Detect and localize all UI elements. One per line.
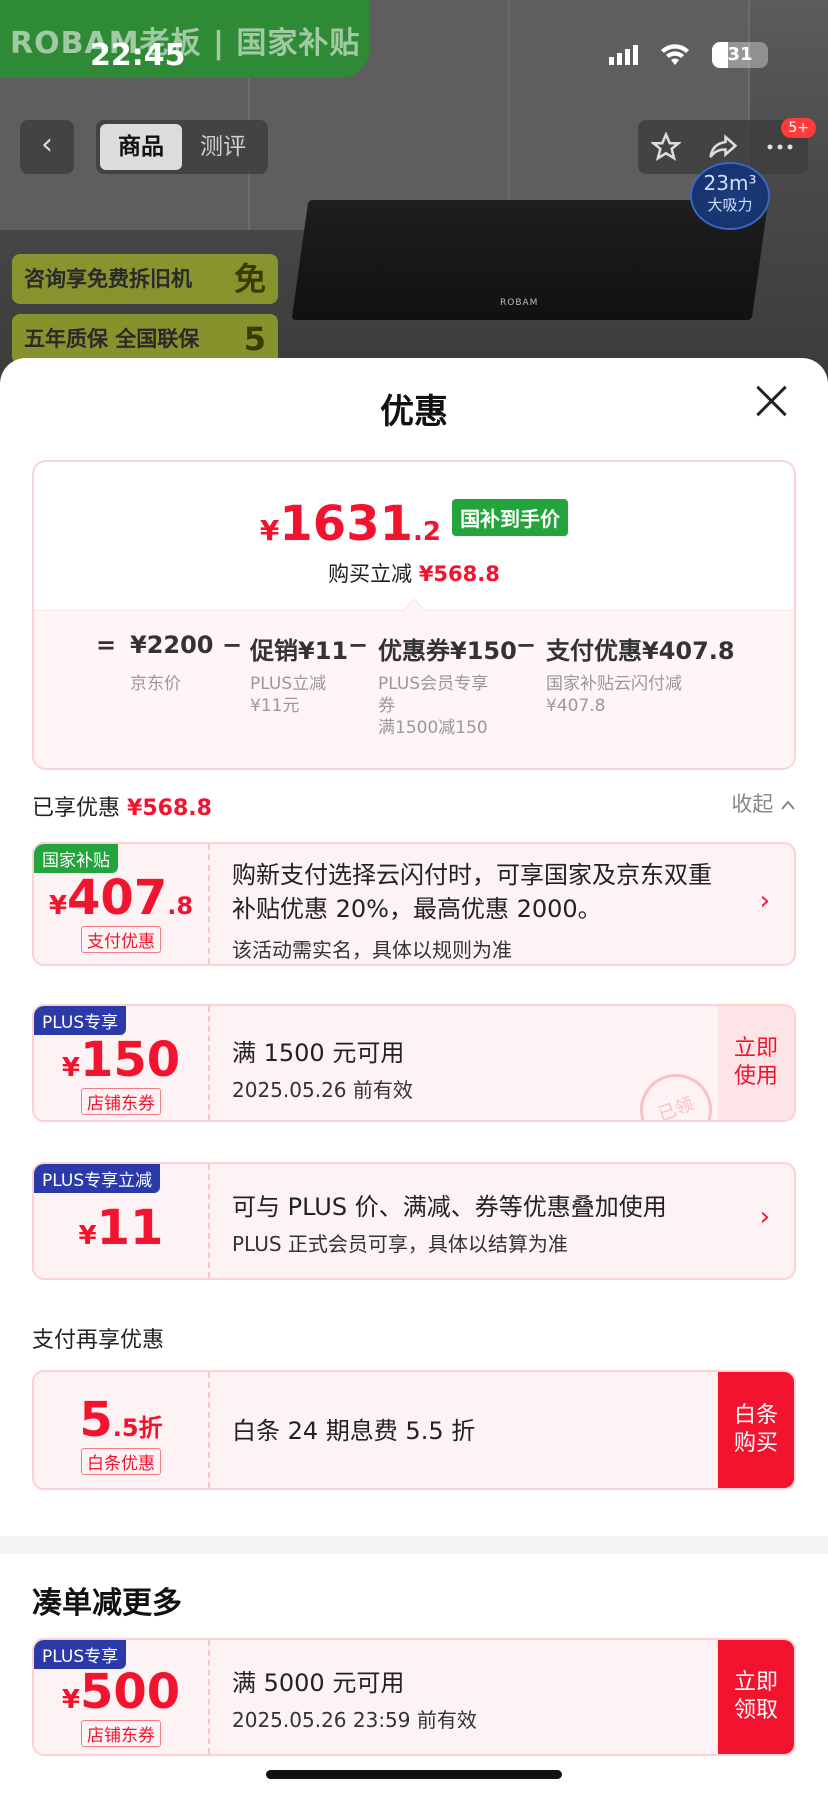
coupon-type-tag: 店铺东券: [81, 1088, 161, 1115]
subsidy-price-tag: 国补到手价: [452, 499, 569, 536]
coupon-subtitle: 2025.05.26 23:59 前有效: [232, 1708, 477, 1732]
price-summary-card: ¥1631.2 国补到手价 购买立减 ¥568.8 = ¥2200 − 促销¥1…: [32, 460, 796, 770]
suction-badge: 23m³ 大吸力: [690, 162, 770, 230]
price-breakdown: = ¥2200 − 促销¥11 − 优惠券¥150 − 支付优惠¥407.8 京…: [34, 610, 794, 768]
coupon-title: 可与 PLUS 价、满减、券等优惠叠加使用: [232, 1193, 667, 1221]
breakdown-value: 促销¥11: [250, 637, 349, 665]
breakdown-value: 支付优惠¥407.8: [546, 637, 735, 665]
pay-section-label: 支付再享优惠: [32, 1328, 165, 1353]
coupon-amount: ¥11: [78, 1200, 164, 1256]
coupon-type-tag: 白条优惠: [81, 1448, 161, 1475]
coupon-info: 购新支付选择云闪付时，可享国家及京东双重补贴优惠 20%，最高优惠 2000。 …: [232, 844, 714, 964]
coupon-title: 满 1500 元可用: [232, 1039, 405, 1067]
coupon-amount: ¥500: [61, 1664, 181, 1720]
use-now-button[interactable]: 立即 使用: [718, 1006, 794, 1120]
chevron-up-icon: [781, 800, 795, 810]
breakdown-note: 京东价: [130, 674, 181, 694]
coupon-info: 白条 24 期息费 5.5 折: [232, 1372, 714, 1488]
coupon-type-tag: 店铺东券: [81, 1720, 161, 1747]
star-icon[interactable]: [651, 132, 682, 162]
breakdown-note: PLUS立减 ¥11元: [250, 674, 327, 716]
coupon-amount-area: PLUS专享立减 ¥11: [34, 1164, 210, 1278]
tab-review[interactable]: 测评: [182, 124, 264, 170]
home-indicator[interactable]: [266, 1770, 562, 1779]
coupon-title: 满 5000 元可用: [232, 1669, 405, 1697]
coupon-amount: ¥150: [61, 1032, 181, 1088]
coupon-amount-area: 5.5折 白条优惠: [34, 1372, 210, 1488]
chevron-right-icon[interactable]: ›: [760, 886, 770, 916]
breakdown-note: PLUS会员专享 券 满1500减150: [378, 674, 489, 738]
coupon-subtitle: 该活动需实名，具体以规则为准: [232, 938, 512, 962]
status-icons: 31: [609, 42, 768, 68]
collapse-button[interactable]: 收起: [731, 788, 796, 818]
coupon-title: 白条 24 期息费 5.5 折: [232, 1417, 476, 1445]
coupon-more-deal[interactable]: PLUS专享 ¥500 店铺东券 满 5000 元可用 2025.05.26 2…: [32, 1638, 796, 1756]
coupon-ribbon: PLUS专享立减: [34, 1164, 161, 1193]
cellular-signal-icon: [609, 45, 638, 65]
close-icon[interactable]: [754, 384, 788, 418]
breakdown-op: −: [348, 631, 369, 659]
breakdown-op: −: [222, 631, 243, 659]
section-divider: [0, 1536, 828, 1554]
wifi-icon: [661, 44, 689, 65]
coupon-national-subsidy[interactable]: 国家补贴 ¥407.8 支付优惠 购新支付选择云闪付时，可享国家及京东双重补贴优…: [32, 842, 796, 966]
breakdown-value: 优惠券¥150: [378, 637, 517, 665]
message-count-badge: 5+: [781, 118, 816, 138]
breakdown-op: =: [96, 631, 117, 659]
coupon-baitiao[interactable]: 5.5折 白条优惠 白条 24 期息费 5.5 折 白条 购买: [32, 1370, 796, 1490]
product-tab-switch[interactable]: 商品 测评: [96, 120, 268, 174]
battery-icon: 31: [712, 42, 768, 68]
chevron-right-icon[interactable]: ›: [760, 1202, 770, 1232]
coupon-info: 满 5000 元可用 2025.05.26 23:59 前有效: [232, 1640, 714, 1754]
product-photo: ROBAM ROBAM老板 | 国家补贴 22:45 31 ‹ 商品 测评 5+…: [0, 0, 828, 380]
coupon-amount-area: PLUS专享 ¥500 店铺东券: [34, 1640, 210, 1754]
coupon-ribbon: PLUS专享: [34, 1006, 127, 1035]
hood-logo: ROBAM: [500, 298, 539, 308]
coupon-ribbon: PLUS专享: [34, 1640, 127, 1669]
coupon-amount-area: PLUS专享 ¥150 店铺东券: [34, 1006, 210, 1120]
coupon-amount: 5.5折: [79, 1392, 163, 1448]
claim-now-button[interactable]: 立即 领取: [718, 1640, 794, 1754]
back-button[interactable]: ‹: [20, 120, 74, 174]
coupon-plus-instant[interactable]: PLUS专享立减 ¥11 可与 PLUS 价、满减、券等优惠叠加使用 PLUS …: [32, 1162, 796, 1280]
breakdown-op: −: [516, 631, 537, 659]
coupon-plus-store[interactable]: PLUS专享 ¥150 店铺东券 满 1500 元可用 2025.05.26 前…: [32, 1004, 796, 1122]
coupon-amount-area: 国家补贴 ¥407.8 支付优惠: [34, 844, 210, 964]
coupon-amount: ¥407.8: [48, 870, 194, 926]
status-time: 22:45: [90, 38, 186, 73]
breakdown-note: 国家补贴云闪付减 ¥407.8: [546, 674, 682, 716]
coupon-type-tag: 支付优惠: [81, 926, 161, 953]
coupon-info: 可与 PLUS 价、满减、券等优惠叠加使用 PLUS 正式会员可享，具体以结算为…: [232, 1164, 714, 1278]
promo-tag-trade-in: 咨询享免费拆旧机免: [12, 254, 278, 304]
coupon-subtitle: PLUS 正式会员可享，具体以结算为准: [232, 1232, 568, 1256]
sheet-title: 优惠: [380, 392, 448, 432]
enjoyed-discount-label: 已享优惠 ¥568.8: [32, 796, 212, 821]
breakdown-value: ¥2200: [130, 631, 214, 659]
more-deals-title: 凑单减更多: [32, 1586, 182, 1621]
coupon-title: 购新支付选择云闪付时，可享国家及京东双重补贴优惠 20%，最高优惠 2000。: [232, 861, 712, 923]
share-icon[interactable]: [708, 132, 738, 162]
discount-sheet: 优惠 ¥1631.2 国补到手价 购买立减 ¥568.8 = ¥2200 − 促…: [0, 358, 828, 1795]
promo-tag-warranty: 五年质保 全国联保 5: [12, 314, 278, 364]
baitiao-buy-button[interactable]: 白条 购买: [718, 1372, 794, 1488]
final-price: ¥1631.2 国补到手价: [34, 496, 794, 552]
instant-cut: 购买立减 ¥568.8: [328, 562, 500, 586]
coupon-ribbon: 国家补贴: [34, 844, 118, 873]
tab-product[interactable]: 商品: [100, 124, 182, 170]
